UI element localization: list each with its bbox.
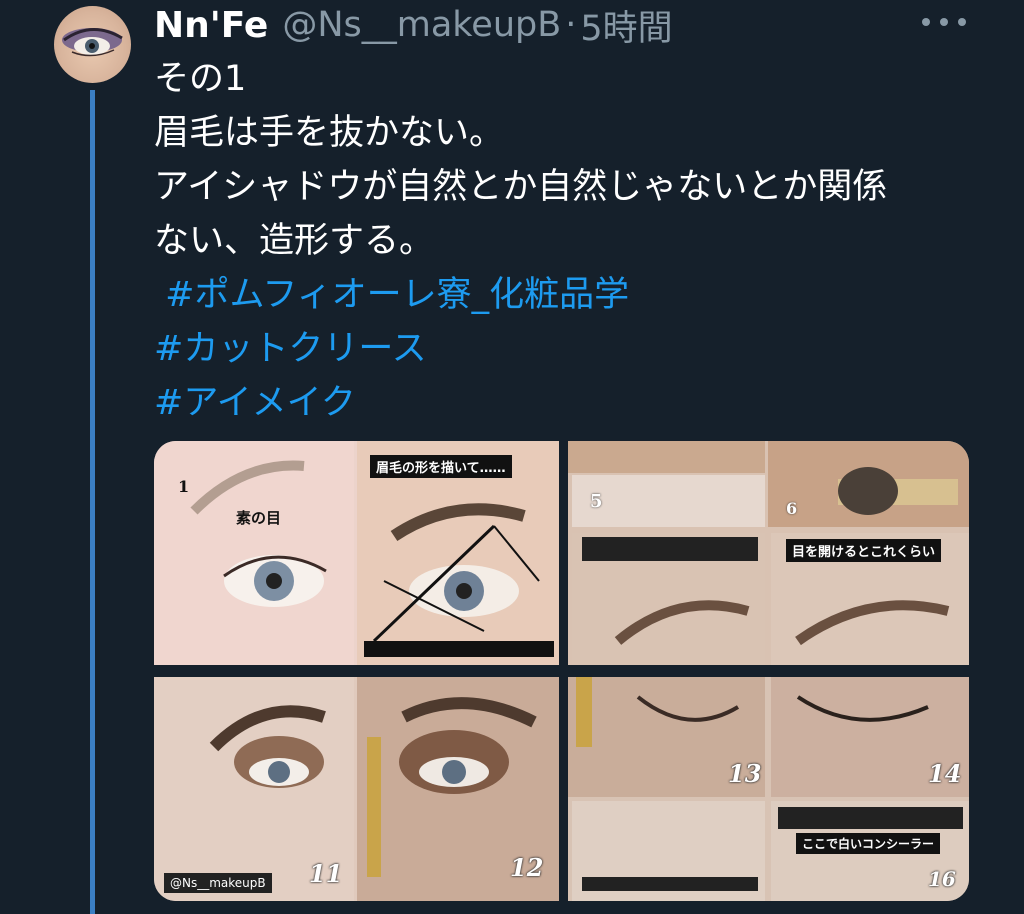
more-dot xyxy=(940,18,948,26)
more-dot xyxy=(922,18,930,26)
more-dot xyxy=(958,18,966,26)
step-number: 1 xyxy=(178,477,190,496)
step-number: 13 xyxy=(728,759,762,788)
user-handle[interactable]: @Ns__makeupB xyxy=(282,5,561,45)
step-number: 12 xyxy=(510,853,544,882)
step-number: 14 xyxy=(928,759,962,788)
step-number: 16 xyxy=(928,867,956,891)
hashtag-link[interactable]: #ポムフィオーレ寮_化粧品学 xyxy=(154,268,984,322)
step-number: 6 xyxy=(786,499,798,518)
media-grid: 1 素の目 眉毛の形を描いて…… 5 6 目を開けるとこれくらい @Ns__ma… xyxy=(154,441,969,901)
tweet-line: ない、造形する。 xyxy=(154,221,435,261)
tweet-text: その1 眉毛は手を抜かない。 アイシャドウが自然とか自然じゃないとか関係 ない、… xyxy=(154,52,984,430)
watermark: @Ns__makeupB xyxy=(164,873,272,893)
media-image-3[interactable]: @Ns__makeupB 11 12 xyxy=(154,677,559,901)
tweet-line: その1 xyxy=(154,59,247,99)
tweet-header: Nn'Fe @Ns__makeupB · 5時間 xyxy=(154,0,673,51)
hashtag-link[interactable]: #アイメイク xyxy=(154,376,984,430)
media-image-2[interactable]: 5 6 目を開けるとこれくらい xyxy=(568,441,969,665)
hashtag-link[interactable]: #カットクリース xyxy=(154,322,984,376)
caption-label: ここで白いコンシーラー xyxy=(796,833,941,854)
step-number: 5 xyxy=(590,491,603,512)
tweet-line: アイシャドウが自然とか自然じゃないとか関係 xyxy=(154,167,888,207)
media-image-4[interactable]: 13 14 ここで白いコンシーラー 16 xyxy=(568,677,969,901)
media-image-1[interactable]: 1 素の目 眉毛の形を描いて…… xyxy=(154,441,559,665)
avatar[interactable] xyxy=(54,6,131,83)
caption-label: 眉毛の形を描いて…… xyxy=(370,455,512,478)
step-number: 11 xyxy=(309,859,343,888)
separator-dot: · xyxy=(565,5,577,45)
caption-label: 目を開けるとこれくらい xyxy=(786,539,942,562)
more-horizontal-icon[interactable] xyxy=(922,8,966,36)
timestamp[interactable]: 5時間 xyxy=(580,0,672,51)
caption-label: 素の目 xyxy=(236,509,282,527)
thread-line xyxy=(90,90,95,914)
tweet-line: 眉毛は手を抜かない。 xyxy=(154,113,505,153)
display-name[interactable]: Nn'Fe xyxy=(154,5,268,46)
